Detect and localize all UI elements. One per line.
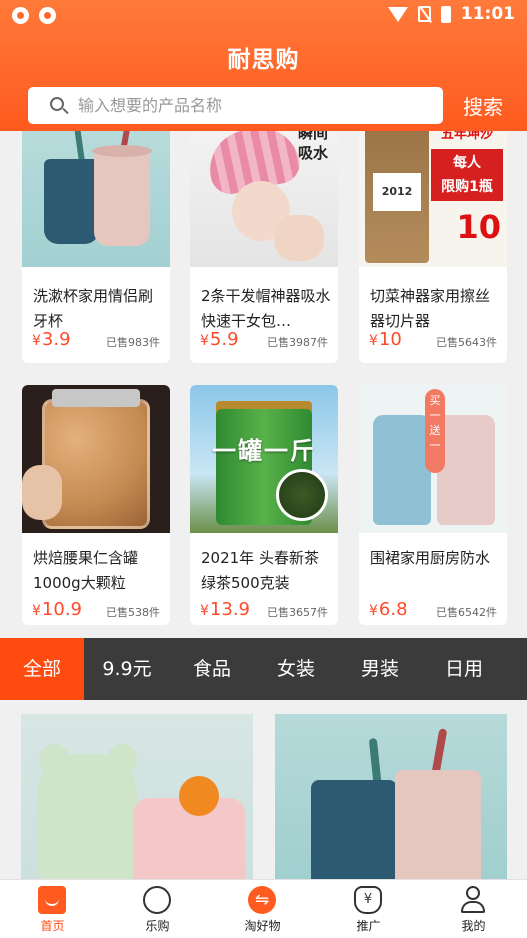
product-card[interactable]: 一罐一斤 2021年 头春新茶绿茶500克装 ¥13.9 已售3657件 xyxy=(190,385,338,625)
battery-icon xyxy=(440,5,451,23)
product-sold: 已售983件 xyxy=(106,336,160,349)
home-icon xyxy=(38,886,66,914)
product-image: 一罐一斤 xyxy=(190,385,338,533)
nav-legou[interactable]: 乐购 xyxy=(105,880,210,938)
nav-label: 首页 xyxy=(40,919,65,933)
product-grid: 洗漱杯家用情侣刷牙杯 ¥3.9 已售983件 瞬间吸水 2条干发帽神器吸水快速干… xyxy=(0,131,527,638)
product-feed xyxy=(0,700,527,879)
search-button[interactable]: 搜索 xyxy=(463,91,503,120)
product-card[interactable]: 洗漱杯家用情侣刷牙杯 ¥3.9 已售983件 xyxy=(22,131,170,363)
product-image xyxy=(22,131,170,267)
nav-taohaowu[interactable]: 淘好物 xyxy=(210,880,315,938)
nav-label: 我的 xyxy=(461,919,486,933)
nav-promote[interactable]: 推广 xyxy=(316,880,421,938)
product-sold: 已售5643件 xyxy=(436,336,497,349)
search-box[interactable] xyxy=(28,87,443,124)
nav-label: 淘好物 xyxy=(244,919,281,933)
product-price: ¥13.9 xyxy=(200,599,250,620)
image-caption: 买一送一 xyxy=(425,389,445,473)
shopping-icon xyxy=(143,886,171,914)
product-name: 切菜神器家用擦丝器切片器 xyxy=(370,287,491,330)
feed-item[interactable] xyxy=(21,714,253,879)
product-card[interactable]: 瞬间吸水 2条干发帽神器吸水快速干女包… ¥5.9 已售3987件 xyxy=(190,131,338,363)
app-title: 耐思购 xyxy=(227,47,300,73)
feed-item[interactable] xyxy=(275,714,507,879)
category-tabs: 全部 9.9元 食品 女装 男装 日用 xyxy=(0,638,527,700)
bottom-nav: 首页 乐购 淘好物 推广 我的 xyxy=(0,879,527,938)
tab-womens[interactable]: 女装 xyxy=(254,638,338,700)
product-card[interactable]: 烘焙腰果仁含罐1000g大颗粒 ¥10.9 已售538件 xyxy=(22,385,170,625)
status-notifications xyxy=(12,7,56,24)
product-image: 买一送一 xyxy=(359,385,507,533)
user-icon xyxy=(459,886,487,914)
product-sold: 已售6542件 xyxy=(436,606,497,619)
nav-label: 乐购 xyxy=(145,919,170,933)
product-sold: 已售538件 xyxy=(106,606,160,619)
search-icon xyxy=(50,96,69,115)
tab-9-9[interactable]: 9.9元 xyxy=(84,638,170,700)
product-card[interactable]: 2012 五年坤沙 每人 限购1瓶 10 切菜神器家用擦丝器切片器 ¥10 已售5… xyxy=(359,131,507,363)
image-caption: 一罐一斤 xyxy=(212,437,316,465)
product-image xyxy=(22,385,170,533)
product-price: ¥5.9 xyxy=(200,329,239,350)
money-bag-icon xyxy=(354,886,382,914)
product-price: ¥10.9 xyxy=(32,599,82,620)
product-name: 烘焙腰果仁含罐1000g大颗粒 xyxy=(33,549,139,592)
search-input[interactable] xyxy=(78,96,408,115)
product-card[interactable]: 买一送一 围裙家用厨房防水 ¥6.8 已售6542件 xyxy=(359,385,507,625)
nav-label: 推广 xyxy=(356,919,381,933)
app-screen: 11:01 耐思购 搜索 洗漱杯家用情侣刷牙杯 ¥3.9 已售983件 xyxy=(0,0,527,938)
product-name: 2条干发帽神器吸水快速干女包… xyxy=(201,287,331,330)
tab-all[interactable]: 全部 xyxy=(0,638,84,700)
no-sim-icon xyxy=(417,6,431,22)
product-name: 围裙家用厨房防水 xyxy=(370,549,491,567)
exchange-icon xyxy=(248,886,276,914)
tab-daily[interactable]: 日用 xyxy=(422,638,506,700)
nav-home[interactable]: 首页 xyxy=(0,880,105,938)
nav-mine[interactable]: 我的 xyxy=(421,880,526,938)
product-sold: 已售3987件 xyxy=(267,336,328,349)
product-sold: 已售3657件 xyxy=(267,606,328,619)
status-bar: 11:01 xyxy=(0,0,527,30)
notification-icon xyxy=(12,7,29,24)
status-time: 11:01 xyxy=(460,4,515,24)
product-image: 2012 五年坤沙 每人 限购1瓶 10 xyxy=(359,131,507,267)
notification-icon xyxy=(39,7,56,24)
tab-mens[interactable]: 男装 xyxy=(338,638,422,700)
wifi-icon xyxy=(387,6,408,22)
product-name: 洗漱杯家用情侣刷牙杯 xyxy=(33,287,154,330)
product-price: ¥10 xyxy=(369,329,402,350)
product-price: ¥3.9 xyxy=(32,329,71,350)
product-image: 瞬间吸水 xyxy=(190,131,338,267)
tab-food[interactable]: 食品 xyxy=(170,638,254,700)
image-caption: 瞬间吸水 xyxy=(297,131,328,162)
header: 11:01 耐思购 搜索 xyxy=(0,0,527,131)
product-price: ¥6.8 xyxy=(369,599,408,620)
product-name: 2021年 头春新茶绿茶500克装 xyxy=(201,549,319,592)
status-right: 11:01 xyxy=(387,4,515,24)
